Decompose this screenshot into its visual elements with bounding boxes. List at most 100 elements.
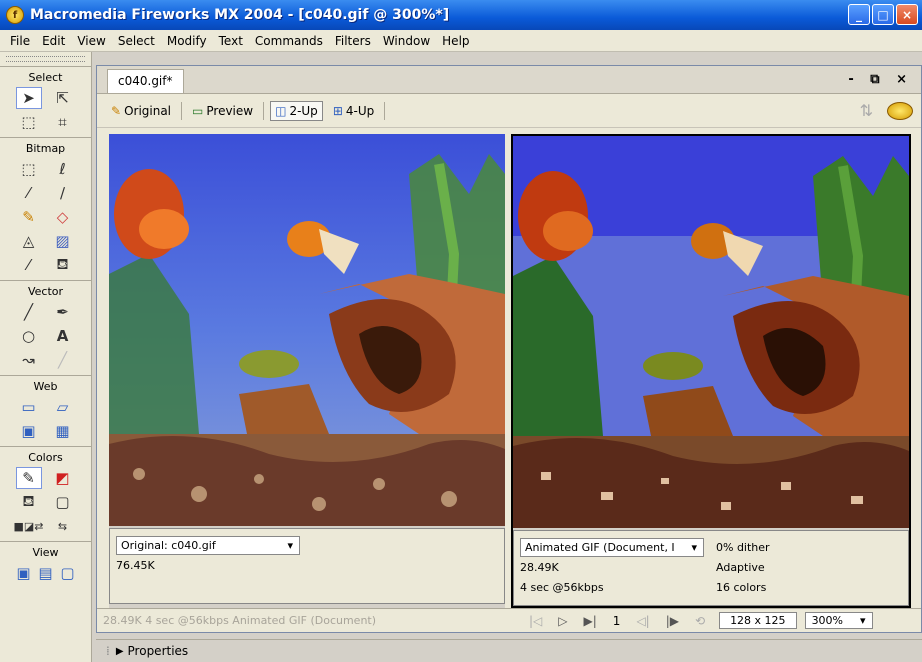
full-screen-icon[interactable]: ▢ — [58, 562, 78, 584]
paint-bucket-tool-icon[interactable]: ⛾ — [50, 254, 76, 276]
menu-select[interactable]: Select — [112, 34, 161, 48]
properties-label: Properties — [127, 644, 189, 658]
hide-slices-icon[interactable]: ▣ — [16, 420, 42, 442]
menu-modify[interactable]: Modify — [161, 34, 213, 48]
canvas-dimensions[interactable]: 128 x 125 — [719, 612, 797, 629]
four-up-icon: ⊞ — [332, 103, 343, 118]
freeform-tool-icon[interactable]: ↝ — [16, 349, 42, 371]
zoom-select[interactable]: 300% ▾ — [804, 612, 873, 629]
knife-tool-icon[interactable]: ╱ — [50, 349, 76, 371]
show-slices-icon[interactable]: ▦ — [50, 420, 76, 442]
frame-number: 1 — [612, 613, 621, 628]
document-status-bar: 28.49K 4 sec @56kbps Animated GIF (Docum… — [97, 608, 921, 632]
last-frame-icon[interactable]: ▶| — [584, 614, 597, 628]
palette-value: Adaptive — [716, 560, 765, 574]
marquee-tool-icon[interactable]: ⬚ — [16, 158, 42, 180]
chevron-down-icon: ▾ — [287, 538, 293, 552]
standard-screen-icon[interactable]: ▣ — [14, 562, 34, 584]
bucket-color-icon[interactable]: ⛾ — [16, 491, 42, 513]
tab-original[interactable]: ✎ Original — [107, 102, 175, 120]
hotspot-tool-icon[interactable]: ▭ — [16, 396, 42, 418]
tab-2-up[interactable]: ◫ 2-Up — [270, 100, 323, 121]
download-time: 4 sec @56kbps — [520, 580, 604, 594]
close-button[interactable]: × — [896, 4, 918, 25]
pen-tool-icon[interactable]: ✒ — [50, 301, 76, 323]
tools-section-select: Select — [28, 71, 63, 84]
stroke-color-icon[interactable]: ✎ — [15, 467, 42, 489]
loop-icon[interactable]: ⟲ — [695, 614, 705, 628]
tools-section-colors: Colors — [28, 451, 63, 464]
pencil-tool-icon[interactable]: ✎ — [16, 206, 42, 228]
preview-info-panel: Animated GIF (Document, I ▾ 0% dither 28… — [513, 530, 909, 606]
brush-tool-icon[interactable]: ∕ — [50, 182, 76, 204]
tools-panel: Select ➤ ⇱ ⬚ ⌗ Bitmap ⬚ ℓ ⁄ ∕ ✎ ◇ ◬ ▨ ⁄ … — [0, 52, 92, 662]
preview-image[interactable] — [513, 136, 909, 528]
tools-section-view: View — [32, 546, 59, 559]
original-image[interactable] — [109, 134, 505, 526]
original-file-size: 76.45K — [116, 558, 155, 572]
dither-value: 0% dither — [716, 540, 770, 554]
menu-edit[interactable]: Edit — [36, 34, 71, 48]
preview-pane: Animated GIF (Document, I ▾ 0% dither 28… — [511, 134, 911, 608]
fireworks-logo-icon: f — [6, 6, 24, 24]
swap-colors-icon[interactable]: ⇆ — [50, 515, 76, 537]
blur-tool-icon[interactable]: ◬ — [16, 230, 42, 252]
minimize-button[interactable]: _ — [848, 4, 870, 25]
document-tab[interactable]: c040.gif* — [107, 69, 184, 93]
color-count: 16 colors — [716, 580, 767, 594]
scale-tool-icon[interactable]: ⬚ — [16, 111, 42, 133]
preview-format-select[interactable]: Animated GIF (Document, I ▾ — [520, 537, 704, 557]
tools-section-web: Web — [33, 380, 58, 393]
status-text: 28.49K 4 sec @56kbps Animated GIF (Docum… — [103, 614, 377, 627]
full-screen-menus-icon[interactable]: ▤ — [36, 562, 56, 584]
tab-preview[interactable]: ▭ Preview — [188, 102, 257, 120]
subselection-tool-icon[interactable]: ⇱ — [50, 87, 76, 109]
document-window-controls[interactable]: - ⧉ × — [848, 72, 913, 87]
original-format-select[interactable]: Original: c040.gif ▾ — [116, 535, 300, 555]
panel-grip-icon: ⁞ — [106, 644, 110, 658]
rubber-stamp-tool-icon[interactable]: ▨ — [50, 230, 76, 252]
tools-section-vector: Vector — [27, 285, 64, 298]
menu-help[interactable]: Help — [436, 34, 475, 48]
default-colors-icon[interactable]: ■◪⇄ — [14, 515, 44, 537]
maximize-button[interactable]: □ — [872, 4, 894, 25]
menu-text[interactable]: Text — [213, 34, 249, 48]
line-tool-icon[interactable]: ╱ — [16, 301, 42, 323]
fireworks-export-icon[interactable] — [887, 101, 913, 120]
slice-tool-icon[interactable]: ▱ — [50, 396, 76, 418]
menu-window[interactable]: Window — [377, 34, 436, 48]
next-frame-icon[interactable]: |▶ — [666, 614, 679, 628]
fill-color-icon[interactable]: ◩ — [50, 467, 76, 489]
ellipse-tool-icon[interactable]: ○ — [16, 325, 42, 347]
pointer-tool-icon[interactable]: ➤ — [15, 87, 42, 109]
window-title: Macromedia Fireworks MX 2004 - [c040.gif… — [30, 7, 450, 23]
fill-swatch-icon[interactable]: ▢ — [50, 491, 76, 513]
magic-wand-tool-icon[interactable]: ⁄ — [16, 182, 42, 204]
title-bar: f Macromedia Fireworks MX 2004 - [c040.g… — [0, 0, 922, 30]
eraser-tool-icon[interactable]: ◇ — [50, 206, 76, 228]
preview-file-size: 28.49K — [520, 560, 559, 574]
tools-section-bitmap: Bitmap — [25, 142, 66, 155]
menu-file[interactable]: File — [4, 34, 36, 48]
menu-commands[interactable]: Commands — [249, 34, 329, 48]
expand-arrow-icon: ▶ — [115, 645, 124, 657]
menu-bar: File Edit View Select Modify Text Comman… — [0, 30, 922, 52]
pencil-icon: ✎ — [111, 103, 122, 118]
chevron-down-icon: ▾ — [691, 540, 697, 554]
tab-4-up[interactable]: ⊞ 4-Up — [329, 102, 378, 120]
text-tool-icon[interactable]: A — [50, 325, 76, 347]
crop-tool-icon[interactable]: ⌗ — [50, 111, 76, 133]
properties-panel-bar[interactable]: ⁞ ▶ Properties — [96, 639, 922, 662]
play-icon[interactable]: ▷ — [558, 614, 567, 628]
first-frame-icon[interactable]: |◁ — [529, 614, 542, 628]
menu-view[interactable]: View — [71, 34, 111, 48]
menu-filters[interactable]: Filters — [329, 34, 377, 48]
quick-export-icon[interactable]: ⇅ — [860, 101, 873, 120]
previous-frame-icon[interactable]: ◁| — [636, 614, 649, 628]
eyedropper-tool-icon[interactable]: ⁄ — [16, 254, 42, 276]
lasso-tool-icon[interactable]: ℓ — [50, 158, 76, 180]
two-up-icon: ◫ — [275, 103, 287, 118]
panel-grip[interactable] — [6, 56, 85, 62]
chevron-down-icon: ▾ — [860, 614, 866, 627]
preview-icon: ▭ — [192, 103, 204, 118]
